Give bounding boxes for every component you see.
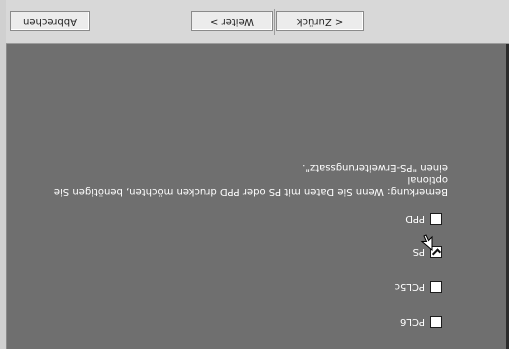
checkbox-pcl5c[interactable]: [430, 281, 442, 293]
back-button[interactable]: < Zurück: [276, 11, 364, 31]
option-ppd[interactable]: PPD: [405, 211, 442, 227]
remark-line-2: einen "PS-Erweiterungssatz".: [302, 162, 448, 173]
options-panel: PCL6 PCL5c PS PPD Bemerkung: Wenn Sie Da…: [3, 44, 509, 349]
option-ppd-label: PPD: [405, 213, 425, 225]
checkbox-pcl6[interactable]: [430, 316, 442, 328]
next-button[interactable]: Weiter >: [191, 11, 273, 31]
option-pcl5c-label: PCL5c: [394, 281, 425, 293]
checkbox-ppd[interactable]: [430, 213, 442, 225]
button-bar: < Zurück Weiter > Abbrechen: [6, 0, 509, 44]
installer-window: PCL6 PCL5c PS PPD Bemerkung: Wenn Sie Da…: [0, 0, 509, 349]
remark-line-1: Bemerkung: Wenn Sie Daten mit PS oder PP…: [53, 174, 448, 197]
cancel-button[interactable]: Abbrechen: [10, 11, 90, 31]
option-pcl6[interactable]: PCL6: [400, 314, 442, 330]
button-separator: [274, 9, 275, 35]
remark-text: Bemerkung: Wenn Sie Daten mit PS oder PP…: [28, 161, 448, 197]
mouse-pointer-icon: [420, 234, 433, 251]
option-pcl5c[interactable]: PCL5c: [395, 279, 442, 295]
window-edge: [0, 0, 7, 349]
option-pcl6-label: PCL6: [400, 316, 425, 328]
